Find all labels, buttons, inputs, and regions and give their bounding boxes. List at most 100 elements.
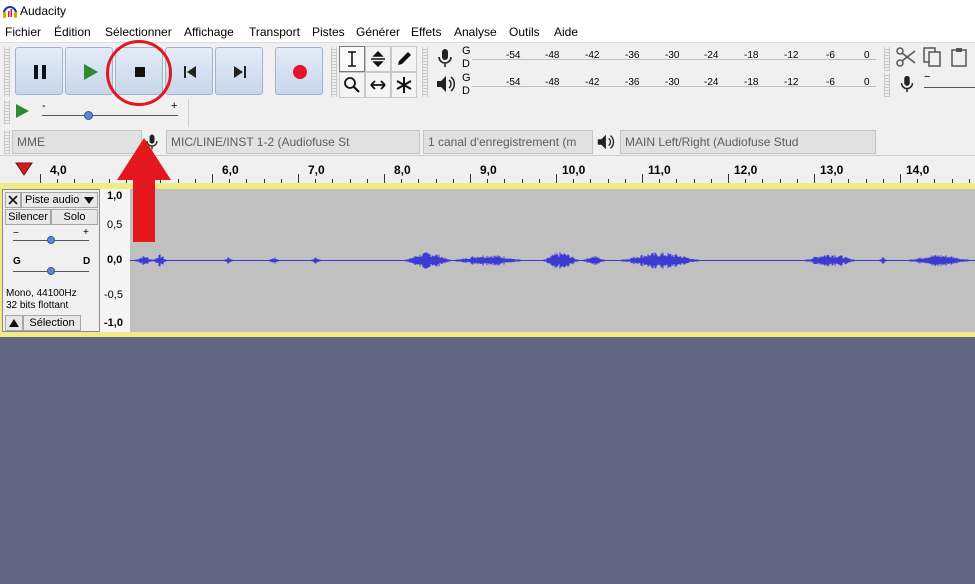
menu-edition[interactable]: Édition — [54, 25, 91, 39]
recording-channels-select[interactable]: 1 canal d'enregistrement (m — [423, 130, 593, 154]
pan-slider[interactable]: G D — [7, 256, 97, 276]
zoom-tool[interactable] — [339, 72, 365, 98]
waveform — [130, 252, 975, 269]
menu-fichier[interactable]: Fichier — [5, 25, 41, 39]
play-meter-left-label: G — [462, 72, 471, 84]
recording-device-select[interactable]: MIC/LINE/INST 1-2 (Audiofuse St — [166, 130, 420, 154]
volume-minus-label: − — [924, 71, 931, 83]
record-button[interactable] — [275, 47, 323, 95]
playback-meter[interactable]: -54 -48 -42 -36 -30 -24 -18 -12 -6 0 — [472, 72, 876, 94]
meter-tick: -24 — [704, 77, 719, 88]
menu-affichage[interactable]: Affichage — [184, 25, 234, 39]
ruler-label: 9,0 — [480, 163, 497, 177]
ruler-tick — [642, 174, 643, 183]
mixer-toolbar-grip[interactable] — [884, 73, 890, 97]
record-meter-mic-button[interactable] — [434, 47, 458, 71]
paste-button[interactable] — [948, 46, 972, 70]
microphone-icon — [438, 49, 452, 67]
magnifier-icon — [344, 77, 360, 93]
playback-speed-slider[interactable]: - + — [40, 100, 182, 125]
meter-tick: -48 — [545, 77, 560, 88]
play-icon — [84, 64, 98, 80]
recording-volume-slider[interactable]: − — [922, 71, 975, 95]
menu-generer[interactable]: Générer — [356, 25, 400, 39]
ruler-label: 8,0 — [394, 163, 411, 177]
copy-button[interactable] — [921, 46, 945, 70]
ruler-tick — [384, 174, 385, 183]
play-head-triangle-icon[interactable] — [15, 162, 33, 176]
cut-button[interactable] — [895, 46, 919, 70]
menu-outils[interactable]: Outils — [509, 25, 540, 39]
multi-tool[interactable] — [391, 72, 417, 98]
menu-analyse[interactable]: Analyse — [454, 25, 497, 39]
gain-slider-thumb[interactable] — [47, 236, 55, 244]
skip-to-end-button[interactable] — [215, 47, 263, 95]
speed-slider-thumb[interactable] — [84, 111, 93, 120]
pause-button[interactable] — [15, 47, 63, 95]
ruler-tick — [40, 174, 41, 183]
ruler-tick — [298, 174, 299, 183]
recording-volume-mic-icon-holder — [897, 73, 917, 97]
menu-pistes[interactable]: Pistes — [312, 25, 345, 39]
waveform-area[interactable] — [130, 189, 975, 332]
pan-left-label: G — [13, 256, 21, 267]
playback-device-select[interactable]: MAIN Left/Right (Audiofuse Stud — [620, 130, 876, 154]
collapse-arrow-icon — [9, 319, 19, 327]
device-toolbar-grip[interactable] — [4, 130, 10, 154]
close-track-button[interactable] — [5, 192, 21, 208]
mute-button[interactable]: Silencer — [5, 209, 51, 225]
i-beam-icon — [348, 51, 356, 67]
annotation-arrow-icon — [117, 138, 171, 242]
pan-slider-thumb[interactable] — [47, 267, 55, 275]
asterisk-icon — [396, 77, 412, 93]
draw-tool[interactable] — [391, 46, 417, 72]
ruler-tick — [900, 174, 901, 183]
paste-icon — [951, 48, 967, 67]
ruler-label: 14,0 — [906, 163, 930, 177]
meter-tick: -6 — [826, 50, 835, 61]
play-meter-right-label: D — [462, 85, 470, 97]
gain-plus-label: + — [83, 227, 89, 238]
meter-tick: -30 — [665, 50, 680, 61]
envelope-tool[interactable] — [365, 46, 391, 72]
tools-toolbar-grip[interactable] — [331, 47, 337, 97]
meter-tick: -12 — [784, 77, 799, 88]
skip-to-start-button[interactable] — [165, 47, 213, 95]
gain-minus-label: − — [13, 228, 19, 239]
meter-tick: -30 — [665, 77, 680, 88]
record-meter[interactable]: -54 -48 -42 -36 -30 -24 -18 -12 -6 0 — [472, 45, 876, 67]
audacity-logo-icon — [3, 6, 17, 18]
play-at-speed-grip[interactable] — [4, 100, 10, 124]
time-shift-tool[interactable] — [365, 72, 391, 98]
select-track-button[interactable]: Sélection — [23, 315, 81, 331]
edit-toolbar-grip[interactable] — [884, 47, 890, 71]
meter-tick: -48 — [545, 50, 560, 61]
playback-meter-speaker-button[interactable] — [434, 73, 458, 97]
gain-slider[interactable]: − + — [7, 227, 97, 248]
selection-tool[interactable] — [339, 46, 365, 72]
play-at-speed-button[interactable] — [13, 102, 33, 122]
ruler-label: 10,0 — [562, 163, 586, 177]
menu-transport[interactable]: Transport — [249, 25, 300, 39]
record-icon — [293, 65, 307, 79]
menu-effets[interactable]: Effets — [411, 25, 441, 39]
track-control-panel[interactable]: Piste audio Silencer Solo − + G D Mono, … — [2, 189, 100, 332]
menu-bar: Fichier Édition Sélectionner Affichage T… — [0, 22, 975, 42]
track-name-menu[interactable]: Piste audio — [21, 192, 98, 208]
track-bit-depth-info: 32 bits flottant — [6, 300, 69, 311]
envelope-icon — [371, 51, 385, 67]
collapse-track-button[interactable] — [5, 315, 23, 331]
menu-selectionner[interactable]: Sélectionner — [105, 25, 172, 39]
meter-tick: -18 — [744, 50, 759, 61]
meter-tick: -12 — [784, 50, 799, 61]
record-meter-right-label: D — [462, 58, 470, 70]
ruler-tick — [556, 174, 557, 183]
meter-toolbar-grip[interactable] — [422, 47, 428, 97]
pause-icon — [34, 65, 46, 79]
solo-button[interactable]: Solo — [51, 209, 98, 225]
meter-tick: -6 — [826, 77, 835, 88]
ruler-tick — [470, 174, 471, 183]
play-icon — [16, 104, 29, 118]
menu-aide[interactable]: Aide — [554, 25, 578, 39]
transport-toolbar-grip[interactable] — [4, 47, 10, 97]
